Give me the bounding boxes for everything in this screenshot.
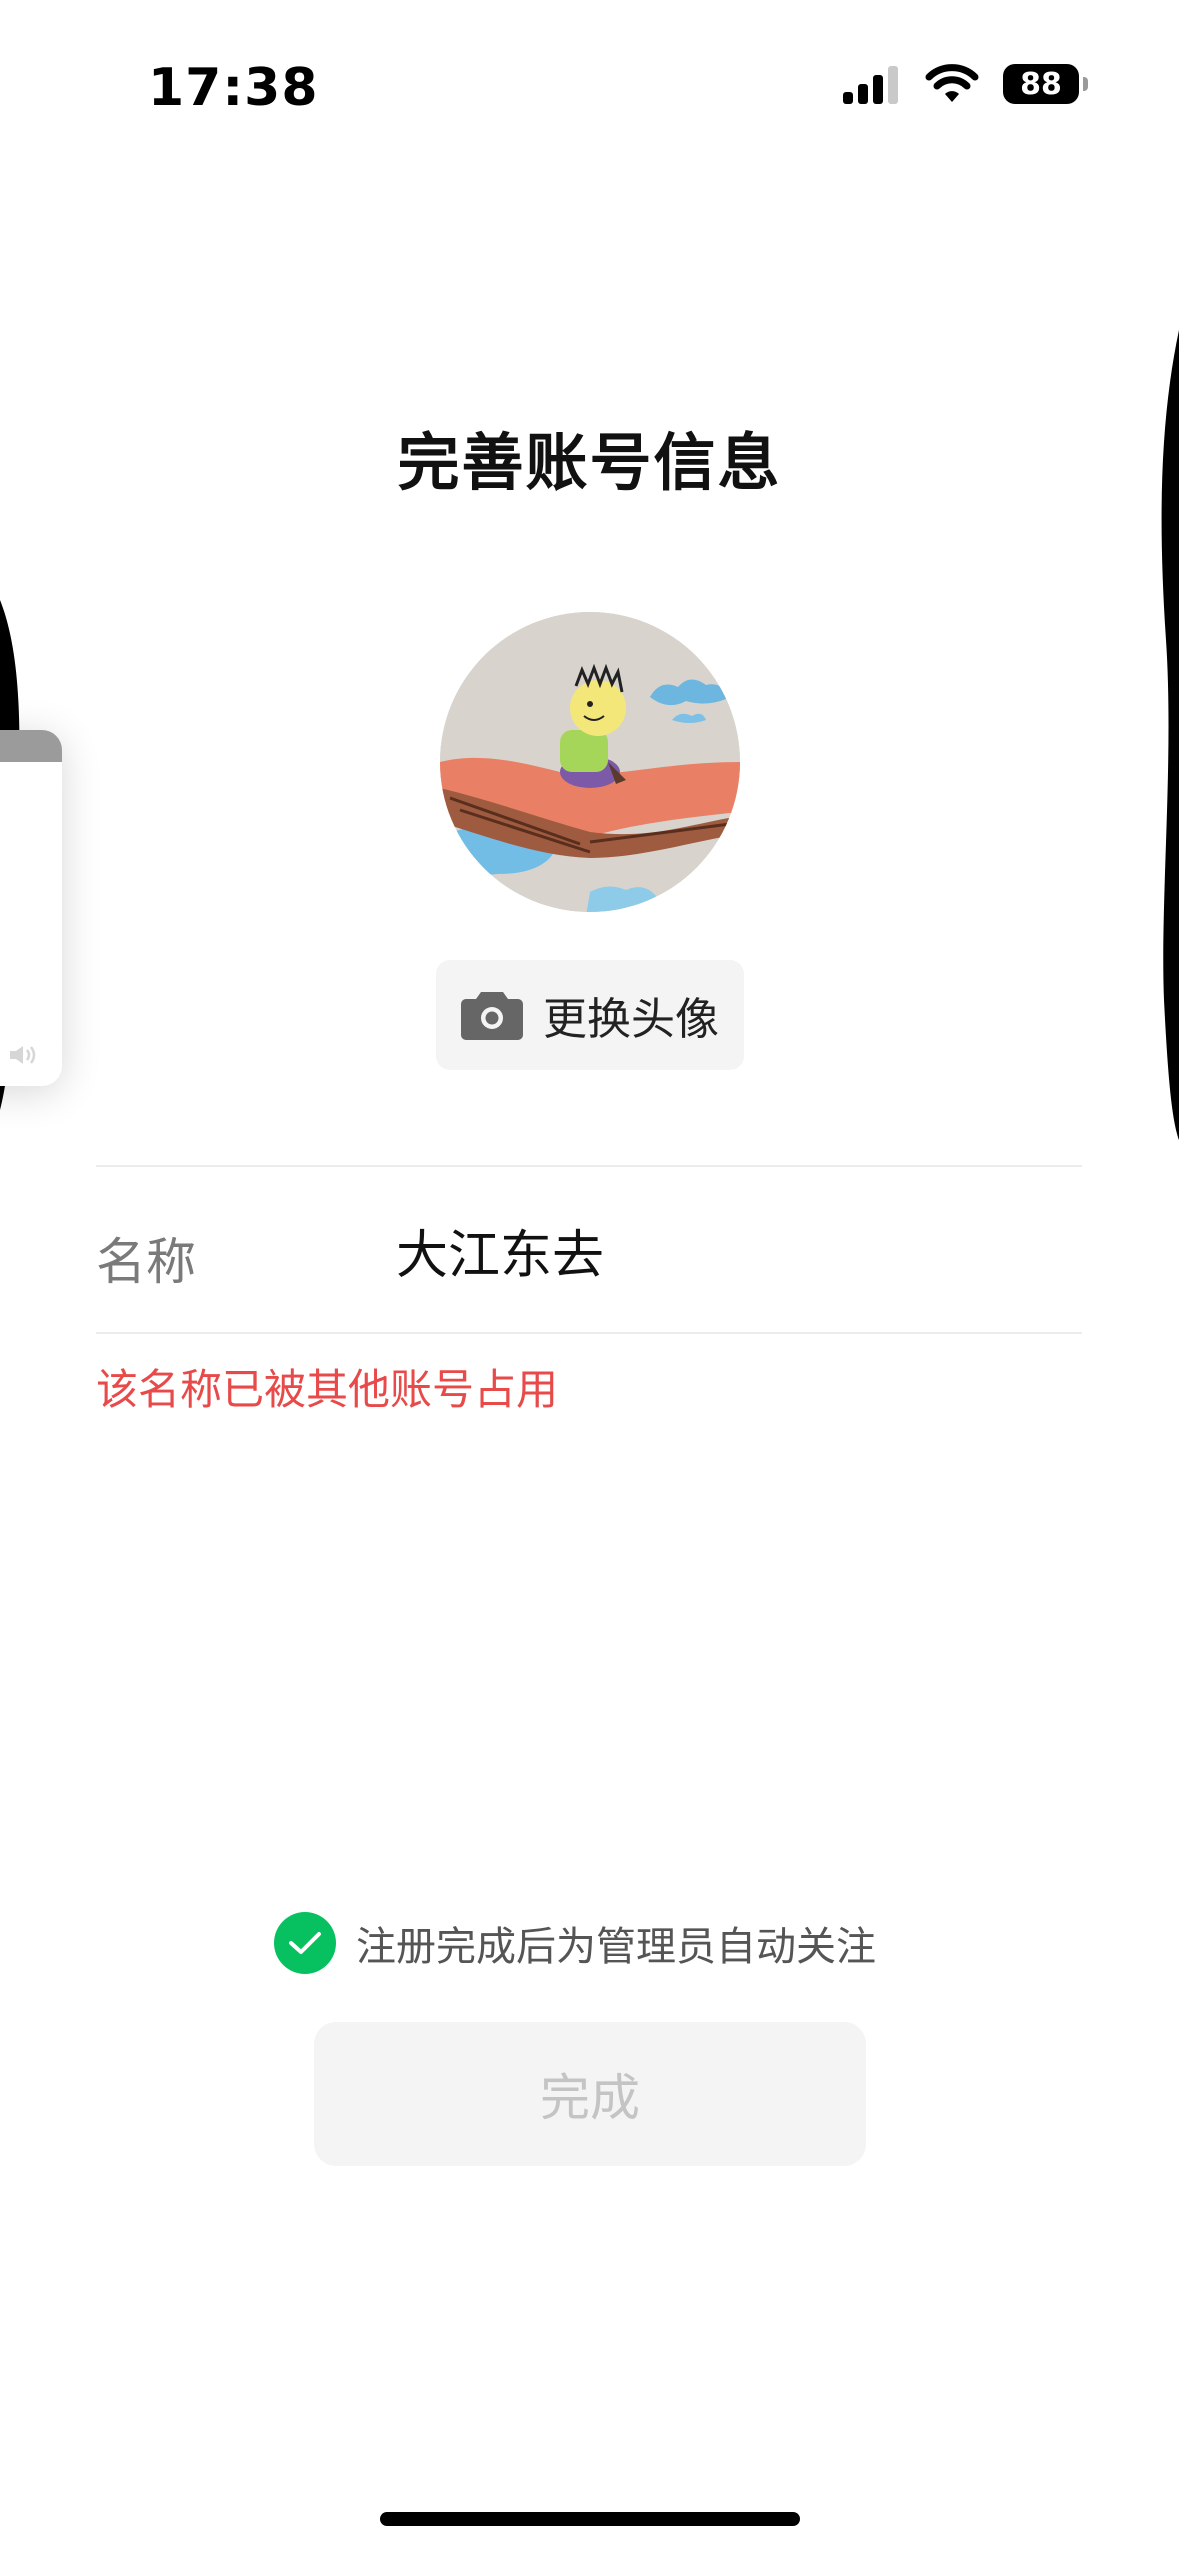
speaker-icon	[10, 1046, 36, 1064]
name-input[interactable]	[396, 1212, 1076, 1288]
screen: 17:38 88 完善账号信息 更换头像 名称 大江东去 该名称已被其他账号占用…	[0, 0, 1179, 2556]
auto-follow-option[interactable]: 注册完成后为管理员自动关注	[274, 1912, 876, 1974]
page-title: 完善账号信息	[397, 426, 782, 499]
change-avatar-button[interactable]: 更换头像	[436, 960, 744, 1070]
floating-mini-window[interactable]	[0, 730, 62, 1086]
divider-top	[96, 1165, 1082, 1167]
avatar[interactable]	[440, 612, 740, 912]
camera-icon	[461, 992, 523, 1040]
change-avatar-label: 更换头像	[543, 994, 719, 1045]
status-icons: 88	[843, 64, 1088, 104]
name-label: 名称	[96, 1233, 196, 1291]
auto-follow-checkbox[interactable]	[274, 1912, 336, 1974]
cellular-signal-icon	[843, 66, 898, 104]
battery-cap	[1083, 77, 1088, 91]
home-indicator[interactable]	[380, 2512, 800, 2526]
avatar-image	[440, 612, 740, 912]
checkmark-icon	[289, 1932, 321, 1954]
done-button[interactable]: 完成	[314, 2022, 866, 2166]
wifi-icon	[925, 64, 979, 102]
divider-bottom	[96, 1332, 1082, 1334]
floating-window-header	[0, 730, 62, 762]
auto-follow-label: 注册完成后为管理员自动关注	[356, 1924, 876, 1970]
battery-level: 88	[1020, 66, 1062, 102]
status-time: 17:38	[148, 58, 319, 118]
name-error-message: 该名称已被其他账号占用	[96, 1365, 559, 1414]
battery-indicator: 88	[1003, 64, 1088, 104]
